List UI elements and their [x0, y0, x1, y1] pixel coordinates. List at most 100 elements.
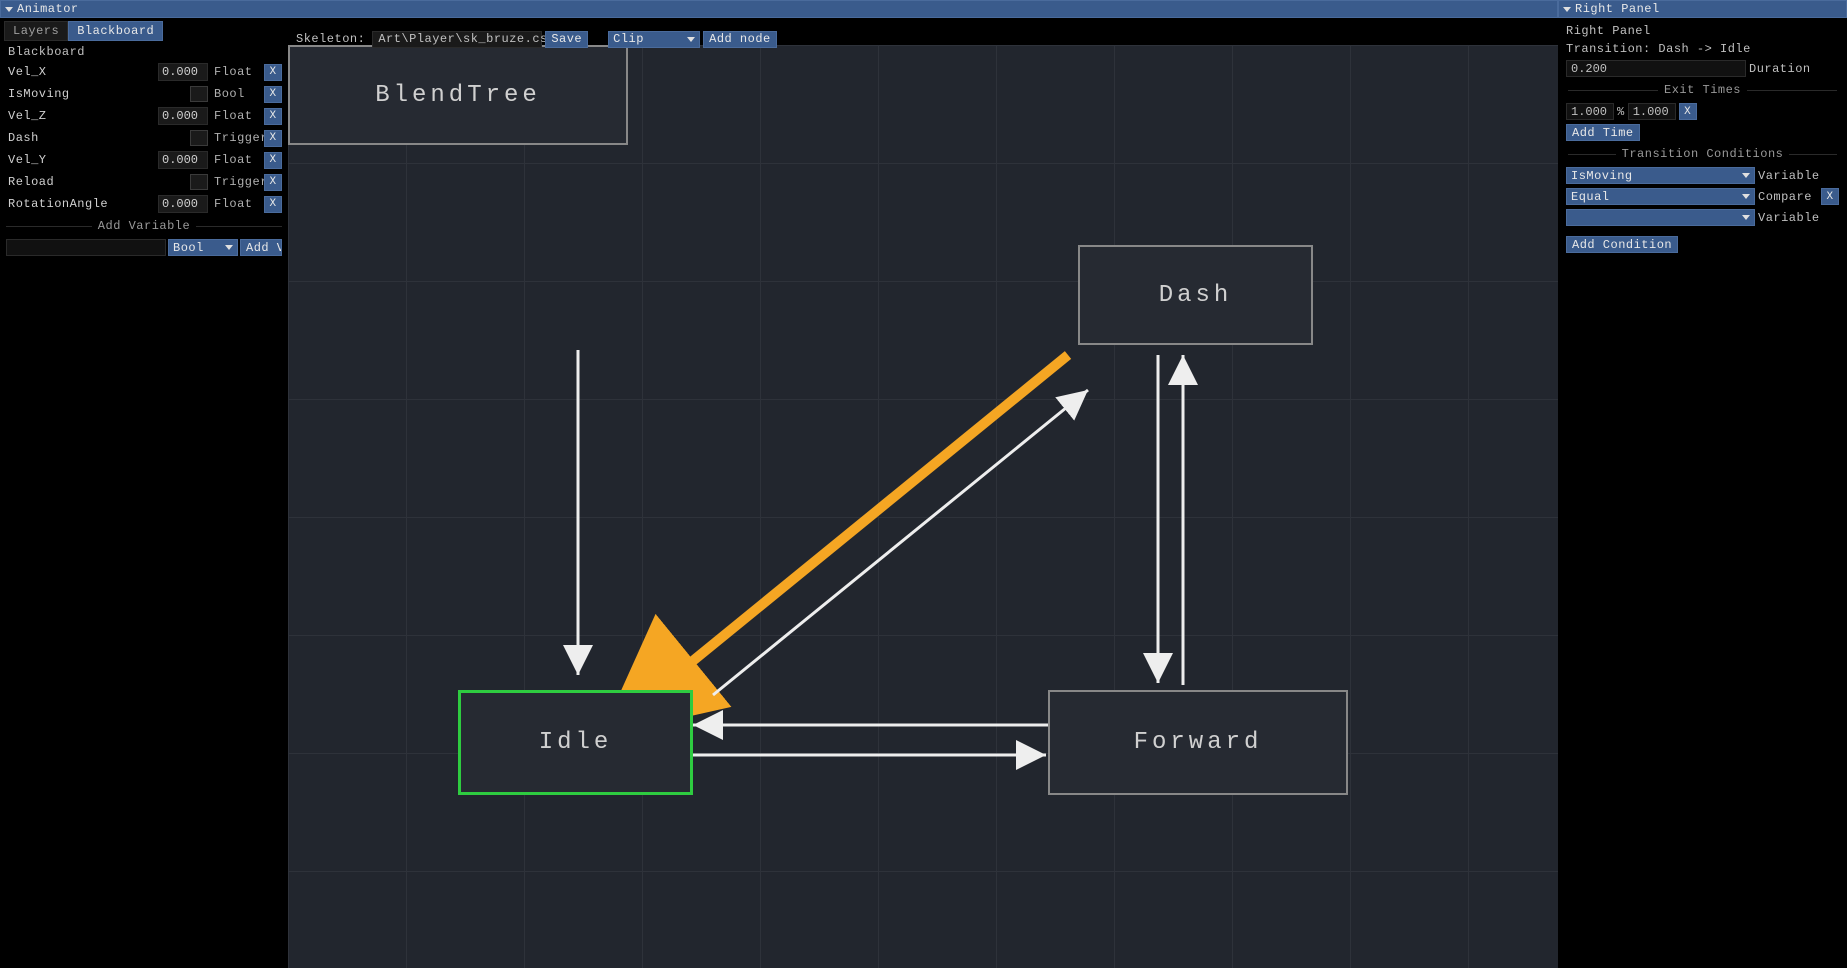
condition-variable-label: Variable [1758, 169, 1818, 183]
variable-value-input[interactable] [158, 151, 208, 169]
variable-name: Vel_Y [6, 153, 156, 167]
variable-type-label: Float [210, 65, 262, 79]
add-variable-type-dropdown[interactable]: Bool [168, 239, 238, 256]
remove-variable-button[interactable]: X [264, 108, 282, 125]
variable-name: Vel_X [6, 65, 156, 79]
duration-label: Duration [1749, 62, 1811, 76]
variable-type-label: Bool [210, 87, 262, 101]
variable-row: Vel_Z FloatX [0, 105, 288, 127]
dropdown-icon [225, 245, 233, 250]
right-panel: Right Panel Transition: Dash -> Idle Dur… [1558, 18, 1847, 968]
add-variable-label: Add Variable [98, 219, 190, 233]
save-button[interactable]: Save [545, 31, 588, 48]
variable-value-input[interactable] [158, 63, 208, 81]
collapse-icon[interactable] [5, 7, 13, 12]
transition-conditions-header[interactable]: Transition Conditions [1562, 143, 1843, 165]
animator-window-title-bar[interactable]: Animator [0, 0, 1558, 18]
right-panel-header: Right Panel [1566, 24, 1651, 38]
exit-times-header[interactable]: Exit Times [1562, 79, 1843, 101]
clip-dropdown[interactable]: Clip [608, 31, 700, 48]
add-variable-type-value: Bool [173, 241, 204, 255]
transition-label: Transition: Dash -> Idle [1566, 42, 1751, 56]
condition-value-dropdown[interactable] [1566, 209, 1755, 226]
transition-conditions-label: Transition Conditions [1622, 147, 1784, 161]
divider [1568, 90, 1658, 91]
animator-title: Animator [17, 2, 79, 16]
remove-variable-button[interactable]: X [264, 196, 282, 213]
remove-variable-button[interactable]: X [264, 130, 282, 147]
variable-value-input[interactable] [158, 195, 208, 213]
add-time-button[interactable]: Add Time [1566, 124, 1640, 141]
add-condition-button[interactable]: Add Condition [1566, 236, 1678, 253]
node-label: BlendTree [375, 82, 541, 109]
variable-row: RotationAngle FloatX [0, 193, 288, 215]
variable-type-label: Float [210, 197, 262, 211]
skeleton-path-field[interactable]: Art\Player\sk_bruze.csk [372, 31, 542, 48]
variable-row: Dash TriggerX [0, 127, 288, 149]
variable-name: IsMoving [6, 87, 188, 101]
divider [1789, 154, 1837, 155]
variable-name: Reload [6, 175, 188, 189]
condition-compare-value: Equal [1571, 190, 1610, 204]
node-label: Dash [1159, 282, 1233, 309]
variable-value-input[interactable] [158, 107, 208, 125]
variable-type-label: Float [210, 109, 262, 123]
node-label: Forward [1134, 729, 1263, 756]
skeleton-label: Skeleton: [296, 32, 369, 46]
divider [1568, 154, 1616, 155]
dropdown-icon [1742, 173, 1750, 178]
variable-name: Dash [6, 131, 188, 145]
node-blendtree[interactable]: BlendTree [288, 45, 628, 145]
blackboard-section-header: Blackboard [0, 41, 288, 61]
add-variable-button[interactable]: Add V… [240, 239, 282, 256]
remove-variable-button[interactable]: X [264, 152, 282, 169]
condition-compare-label: Compare [1758, 190, 1818, 204]
remove-condition-button[interactable]: X [1821, 188, 1839, 205]
remove-variable-button[interactable]: X [264, 174, 282, 191]
remove-variable-button[interactable]: X [264, 86, 282, 103]
variable-row: Vel_YFloatX [0, 149, 288, 171]
condition-variable-dropdown[interactable]: IsMoving [1566, 167, 1755, 184]
dropdown-icon [1742, 194, 1750, 199]
variable-checkbox[interactable] [190, 86, 208, 102]
collapse-icon[interactable] [1563, 7, 1571, 12]
right-panel-window-title-bar[interactable]: Right Panel [1558, 0, 1847, 18]
variable-name: RotationAngle [6, 197, 156, 211]
graph-canvas[interactable]: BlendTree Dash Idle Forward [288, 45, 1558, 968]
variable-type-label: Trigger [210, 131, 262, 145]
divider [6, 226, 92, 227]
divider [196, 226, 282, 227]
condition-compare-dropdown[interactable]: Equal [1566, 188, 1755, 205]
variable-type-label: Trigger [210, 175, 262, 189]
add-node-button[interactable]: Add node [703, 31, 777, 48]
node-forward[interactable]: Forward [1048, 690, 1348, 795]
percent-label: % [1617, 105, 1625, 119]
left-tabbar: Layers Blackboard [0, 18, 288, 41]
node-idle[interactable]: Idle [458, 690, 693, 795]
remove-variable-button[interactable]: X [264, 64, 282, 81]
remove-exit-time-button[interactable]: X [1679, 103, 1697, 120]
add-variable-row: Bool Add V… [0, 237, 288, 258]
right-panel-title: Right Panel [1575, 2, 1660, 16]
dropdown-icon [687, 37, 695, 42]
add-variable-name-input[interactable] [6, 239, 166, 256]
variable-row: Vel_X FloatX [0, 61, 288, 83]
add-variable-header[interactable]: Add Variable [0, 215, 288, 237]
variable-checkbox[interactable] [190, 174, 208, 190]
condition-variable-value: IsMoving [1571, 169, 1633, 183]
divider [1747, 90, 1837, 91]
condition-value-label: Variable [1758, 211, 1818, 225]
variable-name: Vel_Z [6, 109, 156, 123]
node-label: Idle [539, 729, 613, 756]
tab-layers[interactable]: Layers [4, 21, 68, 41]
tab-blackboard[interactable]: Blackboard [68, 21, 163, 41]
canvas-toolbar: Skeleton: Art\Player\sk_bruze.csk Save C… [288, 28, 785, 50]
left-panel: Layers Blackboard Blackboard Vel_XFloatX… [0, 18, 288, 968]
exit-time-a-input[interactable] [1566, 103, 1614, 120]
variable-row: IsMoving BoolX [0, 83, 288, 105]
exit-time-b-input[interactable] [1628, 103, 1676, 120]
variable-checkbox[interactable] [190, 130, 208, 146]
node-dash[interactable]: Dash [1078, 245, 1313, 345]
duration-input[interactable] [1566, 60, 1746, 77]
clip-dropdown-label: Clip [613, 32, 644, 46]
